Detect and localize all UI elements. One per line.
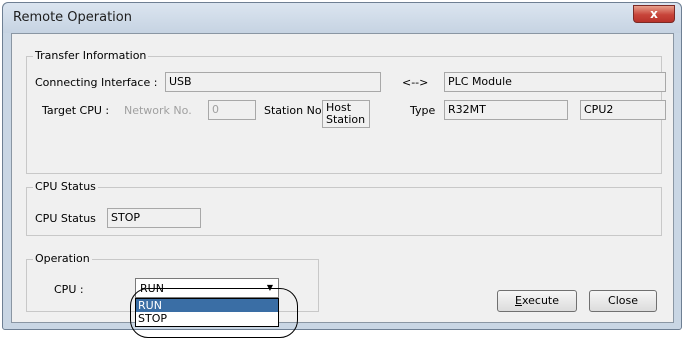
- close-icon: x: [650, 7, 658, 21]
- station-no-label: Station No.: [264, 104, 325, 117]
- close-window-button[interactable]: x: [633, 5, 675, 23]
- type-field: R32MT: [444, 100, 568, 120]
- target-cpu-label: Target CPU :: [42, 104, 110, 117]
- target-module-field: PLC Module: [444, 72, 666, 92]
- station-no-field: Host Station: [322, 100, 370, 128]
- execute-accelerator-letter: E: [515, 294, 522, 307]
- window-title: Remote Operation: [13, 10, 132, 25]
- type-label: Type: [410, 104, 436, 117]
- network-no-label: Network No.: [124, 104, 192, 117]
- connection-arrow: <-->: [402, 76, 429, 89]
- cpu-status-label: CPU Status: [35, 212, 96, 225]
- execute-button-label: xecute: [521, 294, 559, 307]
- transfer-information-legend: Transfer Information: [33, 49, 149, 62]
- close-button[interactable]: Close: [589, 290, 657, 312]
- connecting-interface-field: USB: [165, 72, 381, 92]
- cpu-operation-label: CPU :: [54, 283, 84, 296]
- cpu-status-legend: CPU Status: [33, 180, 98, 193]
- dialog-client-area: Transfer Information Connecting Interfac…: [11, 33, 674, 338]
- remote-operation-dialog: Remote Operation x Transfer Information …: [2, 2, 682, 338]
- cpu-number-field: CPU2: [580, 100, 666, 120]
- operation-legend: Operation: [33, 252, 92, 265]
- title-bar[interactable]: Remote Operation x: [3, 3, 681, 33]
- execute-button[interactable]: Execute: [497, 290, 577, 312]
- connecting-interface-label: Connecting Interface :: [35, 76, 158, 89]
- cpu-status-field: STOP: [107, 208, 201, 228]
- network-no-field: 0: [208, 100, 256, 120]
- annotation-highlight-ellipse: [130, 288, 298, 338]
